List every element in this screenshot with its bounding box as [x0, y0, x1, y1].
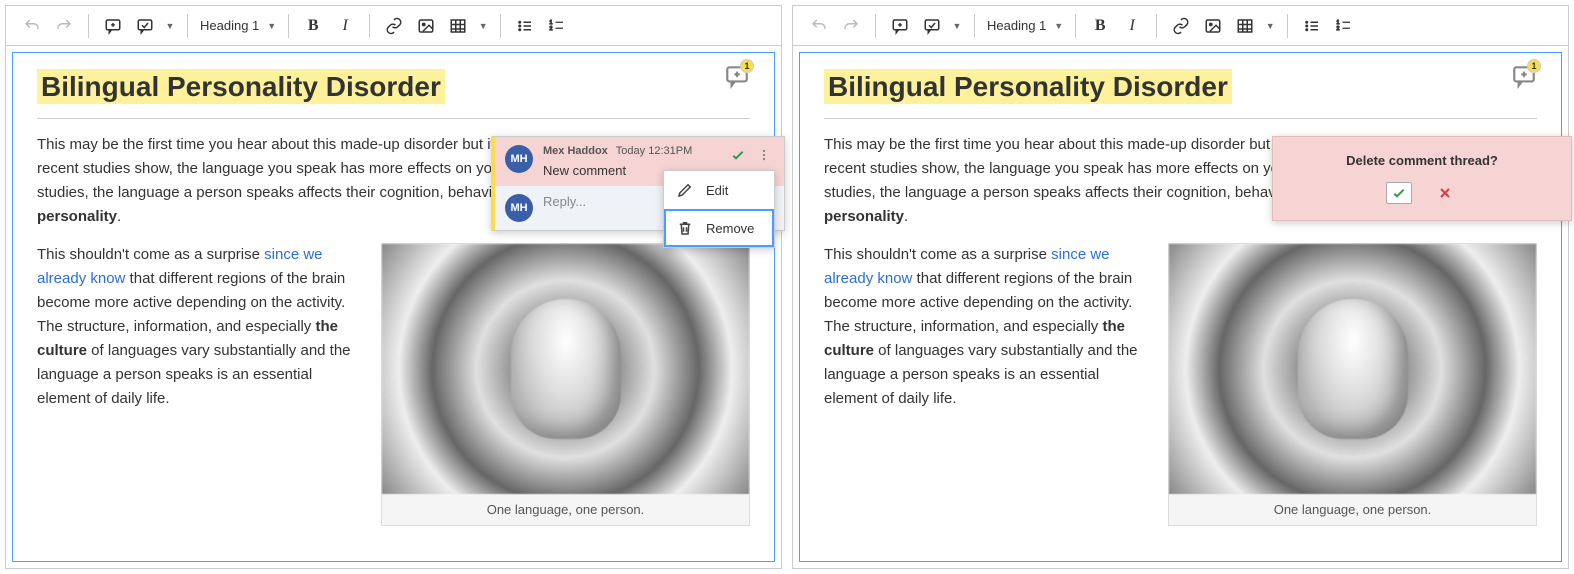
- image-button[interactable]: [1199, 12, 1227, 40]
- chevron-down-icon: ▼: [267, 21, 276, 31]
- table-button[interactable]: [1231, 12, 1259, 40]
- resolve-thread-button[interactable]: [728, 145, 748, 165]
- figure[interactable]: One language, one person.: [381, 243, 750, 526]
- comments-archive-button[interactable]: [918, 12, 946, 40]
- page-title[interactable]: Bilingual Personality Disorder: [824, 69, 1232, 104]
- comments-archive-button[interactable]: [131, 12, 159, 40]
- redo-button[interactable]: [837, 12, 865, 40]
- editor-content[interactable]: Bilingual Personality Disorder 1 This ma…: [12, 52, 775, 562]
- delete-dialog-title: Delete comment thread?: [1289, 153, 1555, 168]
- page-title[interactable]: Bilingual Personality Disorder: [37, 69, 445, 104]
- svg-text:2: 2: [1337, 25, 1340, 31]
- bold-button[interactable]: B: [1086, 12, 1114, 40]
- heading-label: Heading 1: [987, 18, 1046, 33]
- heading-label: Heading 1: [200, 18, 259, 33]
- comment-context-menu: Edit Remove: [663, 170, 775, 248]
- editor-left: ▼ Heading 1 ▼ B I ▼: [5, 5, 782, 569]
- bulleted-list-button[interactable]: [1298, 12, 1326, 40]
- comment-count-badge: 1: [1527, 59, 1541, 73]
- italic-button[interactable]: I: [331, 12, 359, 40]
- chevron-down-icon: ▼: [1054, 21, 1063, 31]
- comment-marker[interactable]: 1: [724, 63, 750, 92]
- numbered-list-button[interactable]: 12: [1330, 12, 1358, 40]
- redo-button[interactable]: [50, 12, 78, 40]
- link-button[interactable]: [1167, 12, 1195, 40]
- cancel-delete-button[interactable]: [1432, 182, 1458, 204]
- confirm-delete-button[interactable]: [1386, 182, 1412, 204]
- toolbar: ▼ Heading 1 ▼ B I ▼: [793, 6, 1568, 46]
- figure-image: [1169, 244, 1536, 494]
- comment-author: Mex Haddox: [543, 145, 608, 157]
- figure-caption[interactable]: One language, one person.: [1169, 494, 1536, 525]
- paragraph[interactable]: This shouldn't come as a surprise since …: [824, 243, 1144, 411]
- add-comment-button[interactable]: [99, 12, 127, 40]
- link-button[interactable]: [380, 12, 408, 40]
- paragraph[interactable]: This shouldn't come as a surprise since …: [37, 243, 357, 411]
- avatar: MH: [505, 145, 533, 173]
- italic-button[interactable]: I: [1118, 12, 1146, 40]
- heading-dropdown[interactable]: Heading 1 ▼: [192, 12, 284, 40]
- table-dropdown[interactable]: ▼: [476, 12, 490, 40]
- svg-text:1: 1: [550, 19, 553, 25]
- avatar: MH: [505, 194, 533, 222]
- undo-button[interactable]: [18, 12, 46, 40]
- comment-timestamp: Today 12:31PM: [616, 145, 692, 157]
- delete-comment-dialog: Delete comment thread?: [1272, 136, 1572, 221]
- editor-right: ▼ Heading 1 ▼ B I ▼: [792, 5, 1569, 569]
- comment-count-badge: 1: [740, 59, 754, 73]
- comments-dropdown[interactable]: ▼: [950, 12, 964, 40]
- figure[interactable]: One language, one person.: [1168, 243, 1537, 526]
- table-dropdown[interactable]: ▼: [1263, 12, 1277, 40]
- figure-image: [382, 244, 749, 494]
- heading-dropdown[interactable]: Heading 1 ▼: [979, 12, 1071, 40]
- toolbar: ▼ Heading 1 ▼ B I ▼: [6, 6, 781, 46]
- image-button[interactable]: [412, 12, 440, 40]
- comment-more-button[interactable]: [754, 145, 774, 165]
- editor-content[interactable]: Bilingual Personality Disorder 1 This ma…: [799, 52, 1562, 562]
- comment-marker[interactable]: 1: [1511, 63, 1537, 92]
- svg-text:2: 2: [550, 25, 553, 31]
- bulleted-list-button[interactable]: [511, 12, 539, 40]
- menu-item-edit[interactable]: Edit: [664, 171, 774, 209]
- svg-text:1: 1: [1337, 19, 1340, 25]
- numbered-list-button[interactable]: 12: [543, 12, 571, 40]
- comments-dropdown[interactable]: ▼: [163, 12, 177, 40]
- figure-caption[interactable]: One language, one person.: [382, 494, 749, 525]
- add-comment-button[interactable]: [886, 12, 914, 40]
- table-button[interactable]: [444, 12, 472, 40]
- menu-item-remove[interactable]: Remove: [664, 209, 774, 247]
- bold-button[interactable]: B: [299, 12, 327, 40]
- undo-button[interactable]: [805, 12, 833, 40]
